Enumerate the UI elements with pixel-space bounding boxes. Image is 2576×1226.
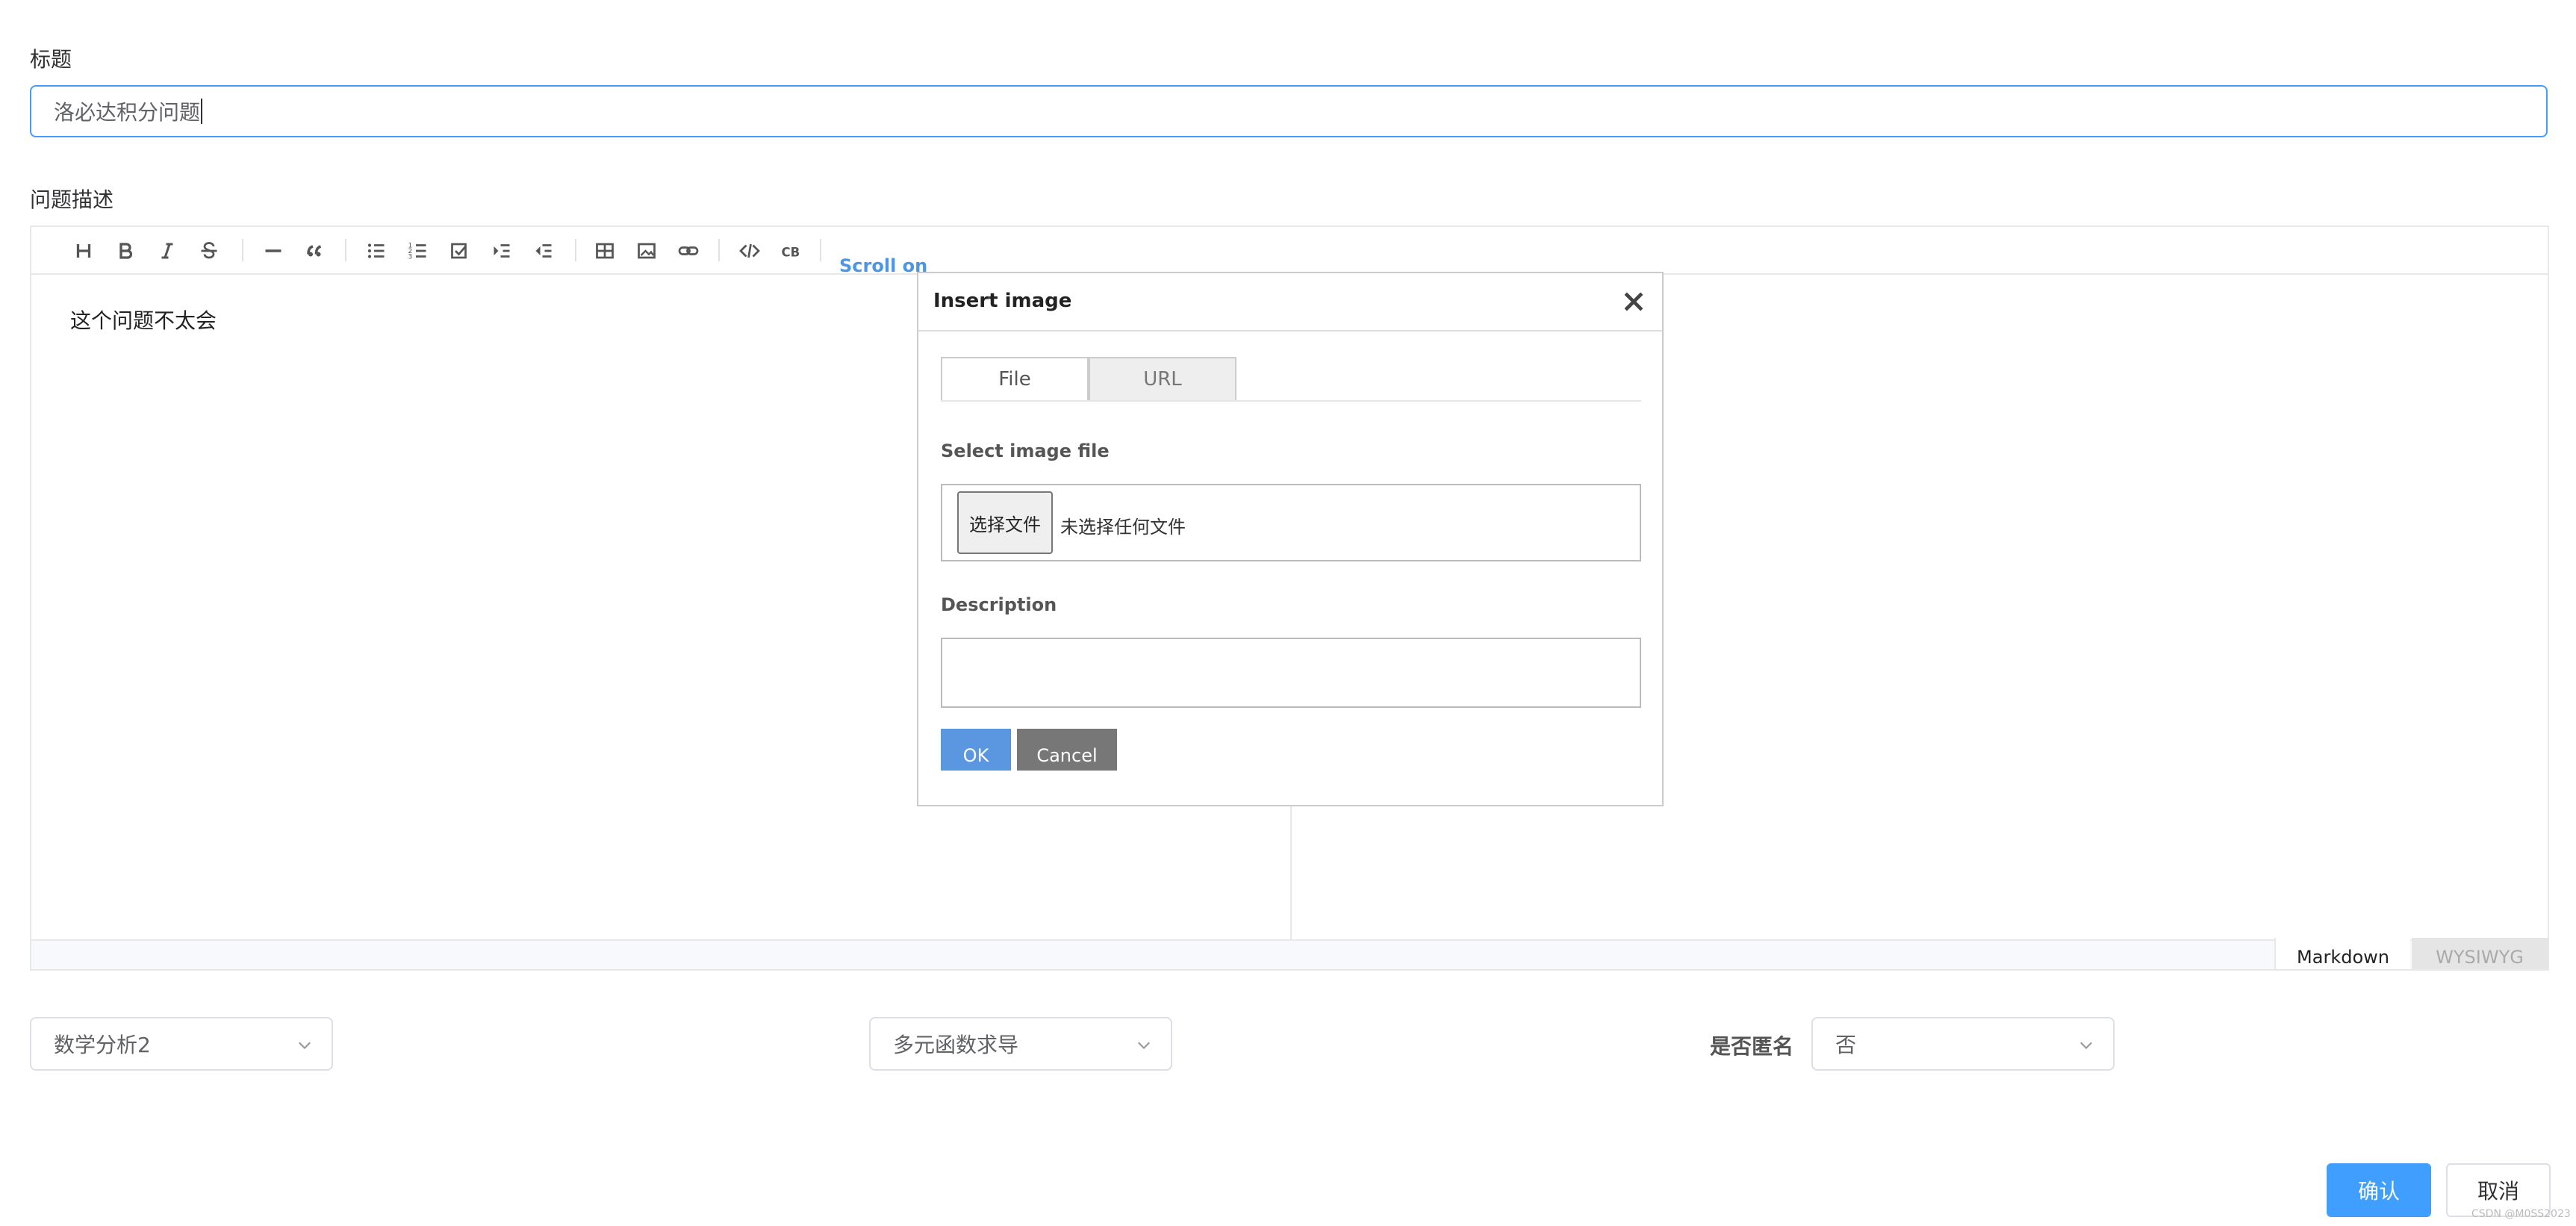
ok-button[interactable]: OK — [941, 729, 1011, 771]
text-caret — [201, 99, 203, 124]
link-icon[interactable] — [675, 237, 702, 264]
anonymous-select[interactable]: 否 — [1811, 1017, 2115, 1071]
toolbar-divider — [575, 239, 576, 261]
subject-select-value: 数学分析2 — [54, 1033, 151, 1057]
hr-icon[interactable] — [260, 237, 287, 264]
dialog-cancel-button[interactable]: Cancel — [1017, 729, 1117, 771]
chevron-down-icon — [299, 1042, 311, 1050]
toolbar-divider — [820, 239, 821, 261]
strike-icon[interactable] — [196, 237, 223, 264]
quote-icon[interactable] — [302, 237, 329, 264]
toolbar-divider — [242, 239, 243, 261]
close-icon[interactable] — [1620, 288, 1647, 315]
italic-icon[interactable] — [154, 237, 181, 264]
chevron-down-icon — [2080, 1042, 2092, 1050]
tab-url[interactable]: URL — [1089, 357, 1236, 402]
svg-text:CB: CB — [782, 246, 800, 260]
outdent-icon[interactable] — [530, 237, 557, 264]
description-input[interactable] — [941, 638, 1641, 708]
no-file-text: 未选择任何文件 — [1060, 517, 1186, 538]
toolbar-divider — [345, 239, 346, 261]
title-input-value: 洛必达积分问题 — [54, 100, 201, 125]
chevron-down-icon — [1138, 1042, 1150, 1050]
title-input[interactable]: 洛必达积分问题 — [30, 85, 2548, 137]
choose-file-button[interactable]: 选择文件 — [957, 491, 1053, 554]
codeblock-icon[interactable]: CB — [778, 237, 805, 264]
tab-file[interactable]: File — [941, 357, 1089, 402]
toolbar-divider — [718, 239, 720, 261]
insert-image-dialog: Insert image URL File Select image file … — [917, 272, 1664, 806]
title-label: 标题 — [30, 47, 72, 72]
topic-select-value: 多元函数求导 — [893, 1033, 1019, 1057]
tab-divider — [941, 400, 1641, 402]
file-input[interactable]: 选择文件 未选择任何文件 — [941, 484, 1641, 561]
confirm-button[interactable]: 确认 — [2327, 1163, 2431, 1217]
description-field-label: Description — [941, 594, 1057, 615]
mode-markdown-tab[interactable]: Markdown — [2274, 938, 2410, 969]
indent-icon[interactable] — [488, 237, 515, 264]
ordered-list-icon[interactable]: 123 — [405, 237, 432, 264]
editor-mode-bar: Markdown WYSIWYG — [31, 938, 2548, 969]
subject-select[interactable]: 数学分析2 — [30, 1017, 333, 1071]
anonymous-select-value: 否 — [1835, 1033, 1857, 1057]
mode-wysiwyg-tab[interactable]: WYSIWYG — [2412, 938, 2548, 969]
task-list-icon[interactable] — [447, 237, 473, 264]
anonymous-label: 是否匿名 — [1710, 1034, 1794, 1059]
select-file-label: Select image file — [941, 441, 1110, 461]
dialog-title: Insert image — [933, 290, 1072, 312]
bold-icon[interactable] — [112, 237, 139, 264]
watermark: CSDN @M0SS2023 — [2471, 1208, 2571, 1220]
table-icon[interactable] — [591, 237, 618, 264]
dialog-header: Insert image — [918, 273, 1662, 332]
image-icon[interactable] — [633, 237, 660, 264]
svg-text:3: 3 — [408, 254, 413, 261]
heading-icon[interactable] — [70, 237, 97, 264]
description-label: 问题描述 — [30, 187, 114, 212]
editor-content: 这个问题不太会 — [70, 308, 217, 333]
code-icon[interactable] — [736, 237, 763, 264]
topic-select[interactable]: 多元函数求导 — [869, 1017, 1172, 1071]
bullet-list-icon[interactable] — [363, 237, 390, 264]
editor-toolbar: 123 CB — [31, 227, 2548, 275]
scroll-sync-toggle[interactable]: Scroll on — [839, 255, 927, 276]
